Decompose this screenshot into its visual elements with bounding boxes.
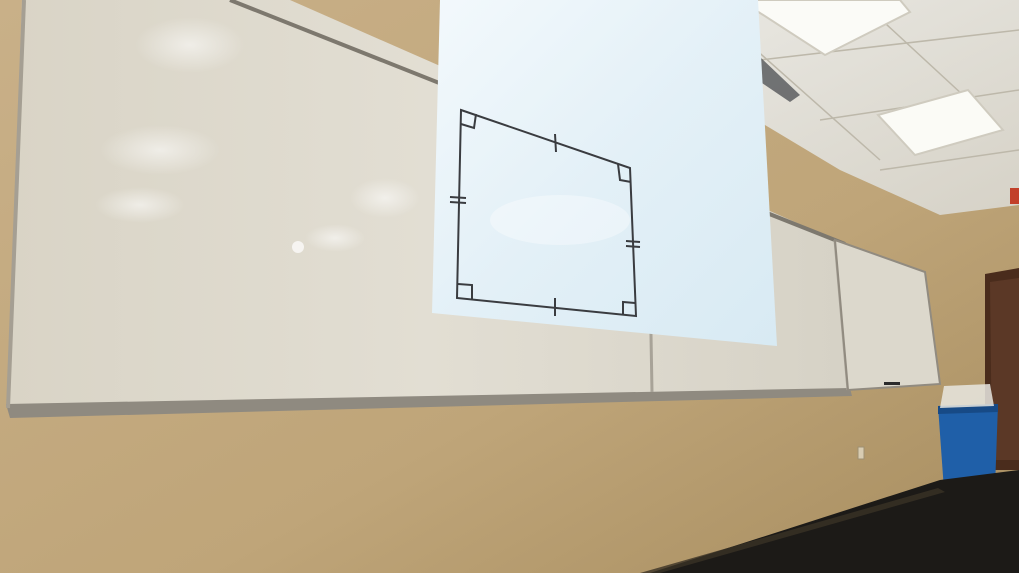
exit-sign <box>1010 188 1019 204</box>
projected-screen <box>432 0 777 346</box>
wall-outlet <box>857 446 865 460</box>
classroom-photo <box>0 0 1019 573</box>
marker <box>884 382 900 385</box>
